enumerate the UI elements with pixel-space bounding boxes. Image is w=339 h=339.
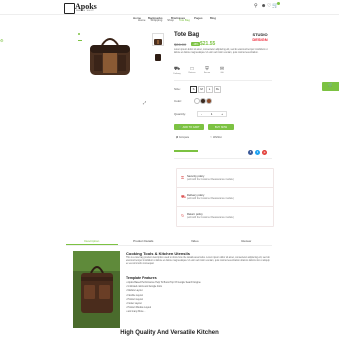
user-icon[interactable]: ☻ <box>261 3 266 9</box>
truck-icon: ⛟ <box>181 194 187 199</box>
description-heading: Cooking Tools & Kitchen Utensils <box>126 251 190 256</box>
breadcrumb: Home Shopping Shop Tote Bag <box>138 18 190 22</box>
features-heading: Template Features <box>126 276 157 280</box>
buy-now-button[interactable]: BUY NOW <box>208 124 234 130</box>
heart-icon: ♡ <box>210 136 213 139</box>
search-icon[interactable]: ⚲ <box>254 3 258 9</box>
thumbnail-2[interactable] <box>152 49 164 62</box>
nav-item-pages[interactable]: Pages <box>194 6 203 24</box>
heart-icon[interactable]: ♡ <box>267 3 271 9</box>
breadcrumb-shopping[interactable]: Shopping <box>150 18 162 22</box>
size-option-m[interactable]: M <box>198 86 205 93</box>
thumbnail-1[interactable] <box>152 33 164 46</box>
facebook-share-icon[interactable]: f <box>248 150 253 155</box>
feature-returns: □ Returns <box>185 66 199 74</box>
qty-plus-button[interactable]: + <box>221 112 223 116</box>
divider <box>174 80 272 81</box>
lock-icon: ⚿ <box>181 175 185 180</box>
qty-minus-button[interactable]: - <box>201 112 202 116</box>
description-text: This is a tote bag product description u… <box>126 257 270 265</box>
color-label: Color: <box>174 99 183 103</box>
refresh-icon: ↻ <box>181 213 185 218</box>
product-main-image[interactable] <box>88 33 132 85</box>
zoom-icon[interactable]: ⤢ <box>143 100 146 105</box>
tab-description[interactable]: Description <box>66 239 118 245</box>
stock-progress-bar <box>174 150 198 152</box>
size-option-s[interactable]: S <box>190 86 197 93</box>
section-heading: High Quality And Versatile Kitchen <box>120 330 219 336</box>
compare-link[interactable]: ⇄ Compare <box>176 136 189 139</box>
cart-icon: 🛒 <box>178 125 182 129</box>
return-policy-card: ↻ Return policy (edit with the Customer … <box>176 206 274 227</box>
tab-product-details[interactable]: Product Details <box>118 239 170 245</box>
product-tabs: Description Product Details Video Review <box>66 239 272 246</box>
product-short-description: Lorem ipsum dolor sit amet, consectetur … <box>174 49 268 54</box>
features-list: • Apoks Based Performance Help To Boost … <box>126 281 266 315</box>
size-option-l[interactable]: L <box>206 86 213 93</box>
twitter-share-icon[interactable]: t <box>255 150 260 155</box>
tab-video[interactable]: Video <box>169 239 221 245</box>
security-policy-card: ⚿ Security policy (edit with the Custome… <box>176 168 274 189</box>
wishlist-link[interactable]: ♡ Wishlist <box>210 136 222 139</box>
qty-value[interactable]: 1 <box>211 112 213 116</box>
thumbnail-bag-2 <box>155 54 161 61</box>
truck-icon: ⛟ <box>173 66 181 72</box>
quantity-label: Quantity: <box>174 112 187 116</box>
compare-icon: ⇄ <box>176 136 179 139</box>
discount-badge: -15% <box>191 42 200 46</box>
cart-icon: 🛒 <box>328 82 333 87</box>
cart-icon[interactable]: 🛒 <box>272 2 281 9</box>
add-to-cart-button[interactable]: 🛒 ADD TO CART <box>174 124 204 130</box>
size-option-xl[interactable]: XL <box>214 86 221 93</box>
price-current: $21.55 <box>200 41 216 47</box>
header-divider <box>0 14 339 15</box>
color-swatch-brown[interactable] <box>206 98 212 104</box>
feature-secure: ⛨ Secure <box>200 66 214 74</box>
logo-mark <box>64 3 75 14</box>
list-item: • and many More... <box>126 311 146 314</box>
divider <box>174 158 272 159</box>
breadcrumb-shop[interactable]: Shop <box>167 18 174 22</box>
gallery-indicator-line <box>78 40 82 41</box>
tab-review[interactable]: Review <box>221 239 273 245</box>
breadcrumb-current: Tote Bag <box>178 18 190 22</box>
feature-delivery: ⛟ Delivery <box>170 66 184 75</box>
delivery-policy-card: ⛟ Delivery policy (edit with the Custome… <box>176 187 274 208</box>
nav-item-blog[interactable]: Blog <box>210 6 216 24</box>
price-old: $26.00 <box>174 42 187 47</box>
brand-logo: STUDIO DESIGN <box>252 32 268 42</box>
side-settings-widget[interactable]: ⚙ <box>0 38 4 43</box>
product-title: Tote Bag <box>174 32 200 38</box>
gear-icon: ⚙ <box>0 38 4 43</box>
feature-gift: ✉ Gift <box>215 66 229 74</box>
thumbnail-bag-1 <box>154 39 162 45</box>
breadcrumb-home[interactable]: Home <box>138 18 145 22</box>
size-label: Size: <box>174 87 181 91</box>
gallery-indicator <box>78 33 80 35</box>
logo-subtitle: WATCH SHOP <box>76 10 95 12</box>
side-cart-widget[interactable]: 🛒 <box>322 82 339 91</box>
pinterest-share-icon[interactable]: p <box>262 150 267 155</box>
product-lifestyle-image <box>73 251 120 328</box>
quantity-stepper[interactable]: - 1 + <box>197 111 227 117</box>
